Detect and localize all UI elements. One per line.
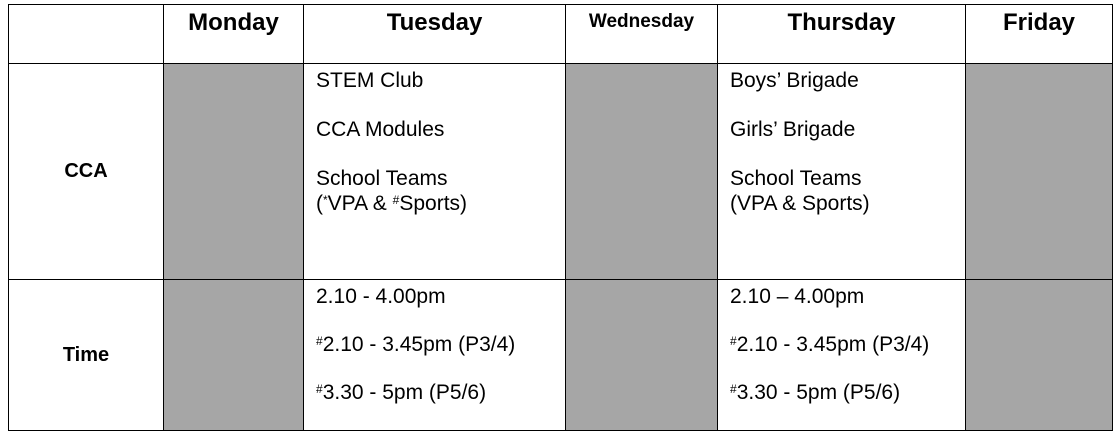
time-friday-empty bbox=[965, 279, 1113, 431]
cca-friday-empty bbox=[965, 63, 1113, 280]
cca-row-label: CCA bbox=[8, 63, 164, 280]
corner-cell bbox=[8, 4, 164, 64]
cca-tuesday-line3: School Teams bbox=[316, 167, 448, 190]
time-thursday-line3-sup: # bbox=[730, 382, 737, 396]
cca-tuesday-line4-end: Sports) bbox=[399, 192, 468, 215]
cca-tuesday-line1: STEM Club bbox=[316, 69, 424, 92]
time-row: Time 2.10 - 4.00pm #2.10 - 3.45pm (P3/4)… bbox=[8, 279, 1113, 431]
cca-thursday-cell: Boys’ Brigade Girls’ Brigade School Team… bbox=[717, 63, 966, 280]
time-tuesday-line3-text: 3.30 - 5pm (P5/6) bbox=[322, 381, 487, 404]
cca-row: CCA STEM Club CCA Modules School Teams (… bbox=[8, 63, 1113, 280]
header-thursday: Thursday bbox=[717, 4, 966, 64]
cca-thursday-line3: School Teams bbox=[730, 167, 862, 190]
time-tuesday-line1: 2.10 - 4.00pm bbox=[316, 285, 446, 308]
header-wednesday: Wednesday bbox=[565, 4, 718, 64]
cca-tuesday-line2: CCA Modules bbox=[316, 118, 445, 141]
time-tuesday-line2: #2.10 - 3.45pm (P3/4) bbox=[316, 332, 565, 357]
cca-schedule-table: Monday Tuesday Wednesday Thursday Friday… bbox=[8, 4, 1113, 431]
cca-tuesday-line4-sup2: # bbox=[392, 193, 400, 207]
cca-tuesday-line4: (*VPA & #Sports) bbox=[316, 191, 565, 216]
time-tuesday-line2-sup: # bbox=[316, 334, 323, 348]
header-friday: Friday bbox=[965, 4, 1113, 64]
time-thursday-line2: #2.10 - 3.45pm (P3/4) bbox=[730, 332, 965, 357]
cca-wednesday-empty bbox=[565, 63, 718, 280]
cca-tuesday-cell: STEM Club CCA Modules School Teams (*VPA… bbox=[303, 63, 566, 280]
cca-monday-empty bbox=[163, 63, 304, 280]
time-monday-empty bbox=[163, 279, 304, 431]
time-thursday-line2-text: 2.10 - 3.45pm (P3/4) bbox=[736, 333, 930, 356]
time-thursday-cell: 2.10 – 4.00pm #2.10 - 3.45pm (P3/4) #3.3… bbox=[717, 279, 966, 431]
cca-thursday-line4: (VPA & Sports) bbox=[730, 192, 870, 215]
time-tuesday-line3: #3.30 - 5pm (P5/6) bbox=[316, 380, 565, 405]
header-tuesday: Tuesday bbox=[303, 4, 566, 64]
header-monday: Monday bbox=[163, 4, 304, 64]
time-thursday-line1: 2.10 – 4.00pm bbox=[730, 285, 865, 308]
cca-thursday-line2: Girls’ Brigade bbox=[730, 118, 856, 141]
cca-tuesday-line4-open: ( bbox=[316, 192, 323, 215]
time-tuesday-line2-text: 2.10 - 3.45pm (P3/4) bbox=[322, 333, 516, 356]
cca-thursday-line1: Boys’ Brigade bbox=[730, 69, 859, 92]
time-row-label: Time bbox=[8, 279, 164, 431]
header-row: Monday Tuesday Wednesday Thursday Friday bbox=[8, 4, 1113, 64]
time-tuesday-cell: 2.10 - 4.00pm #2.10 - 3.45pm (P3/4) #3.3… bbox=[303, 279, 566, 431]
cca-tuesday-line4-mid: VPA & bbox=[327, 192, 393, 215]
time-tuesday-line3-sup: # bbox=[316, 382, 323, 396]
time-thursday-line3-text: 3.30 - 5pm (P5/6) bbox=[736, 381, 901, 404]
time-thursday-line2-sup: # bbox=[730, 334, 737, 348]
cca-tuesday-line4-sup1: * bbox=[323, 193, 328, 207]
time-wednesday-empty bbox=[565, 279, 718, 431]
time-thursday-line3: #3.30 - 5pm (P5/6) bbox=[730, 380, 965, 405]
